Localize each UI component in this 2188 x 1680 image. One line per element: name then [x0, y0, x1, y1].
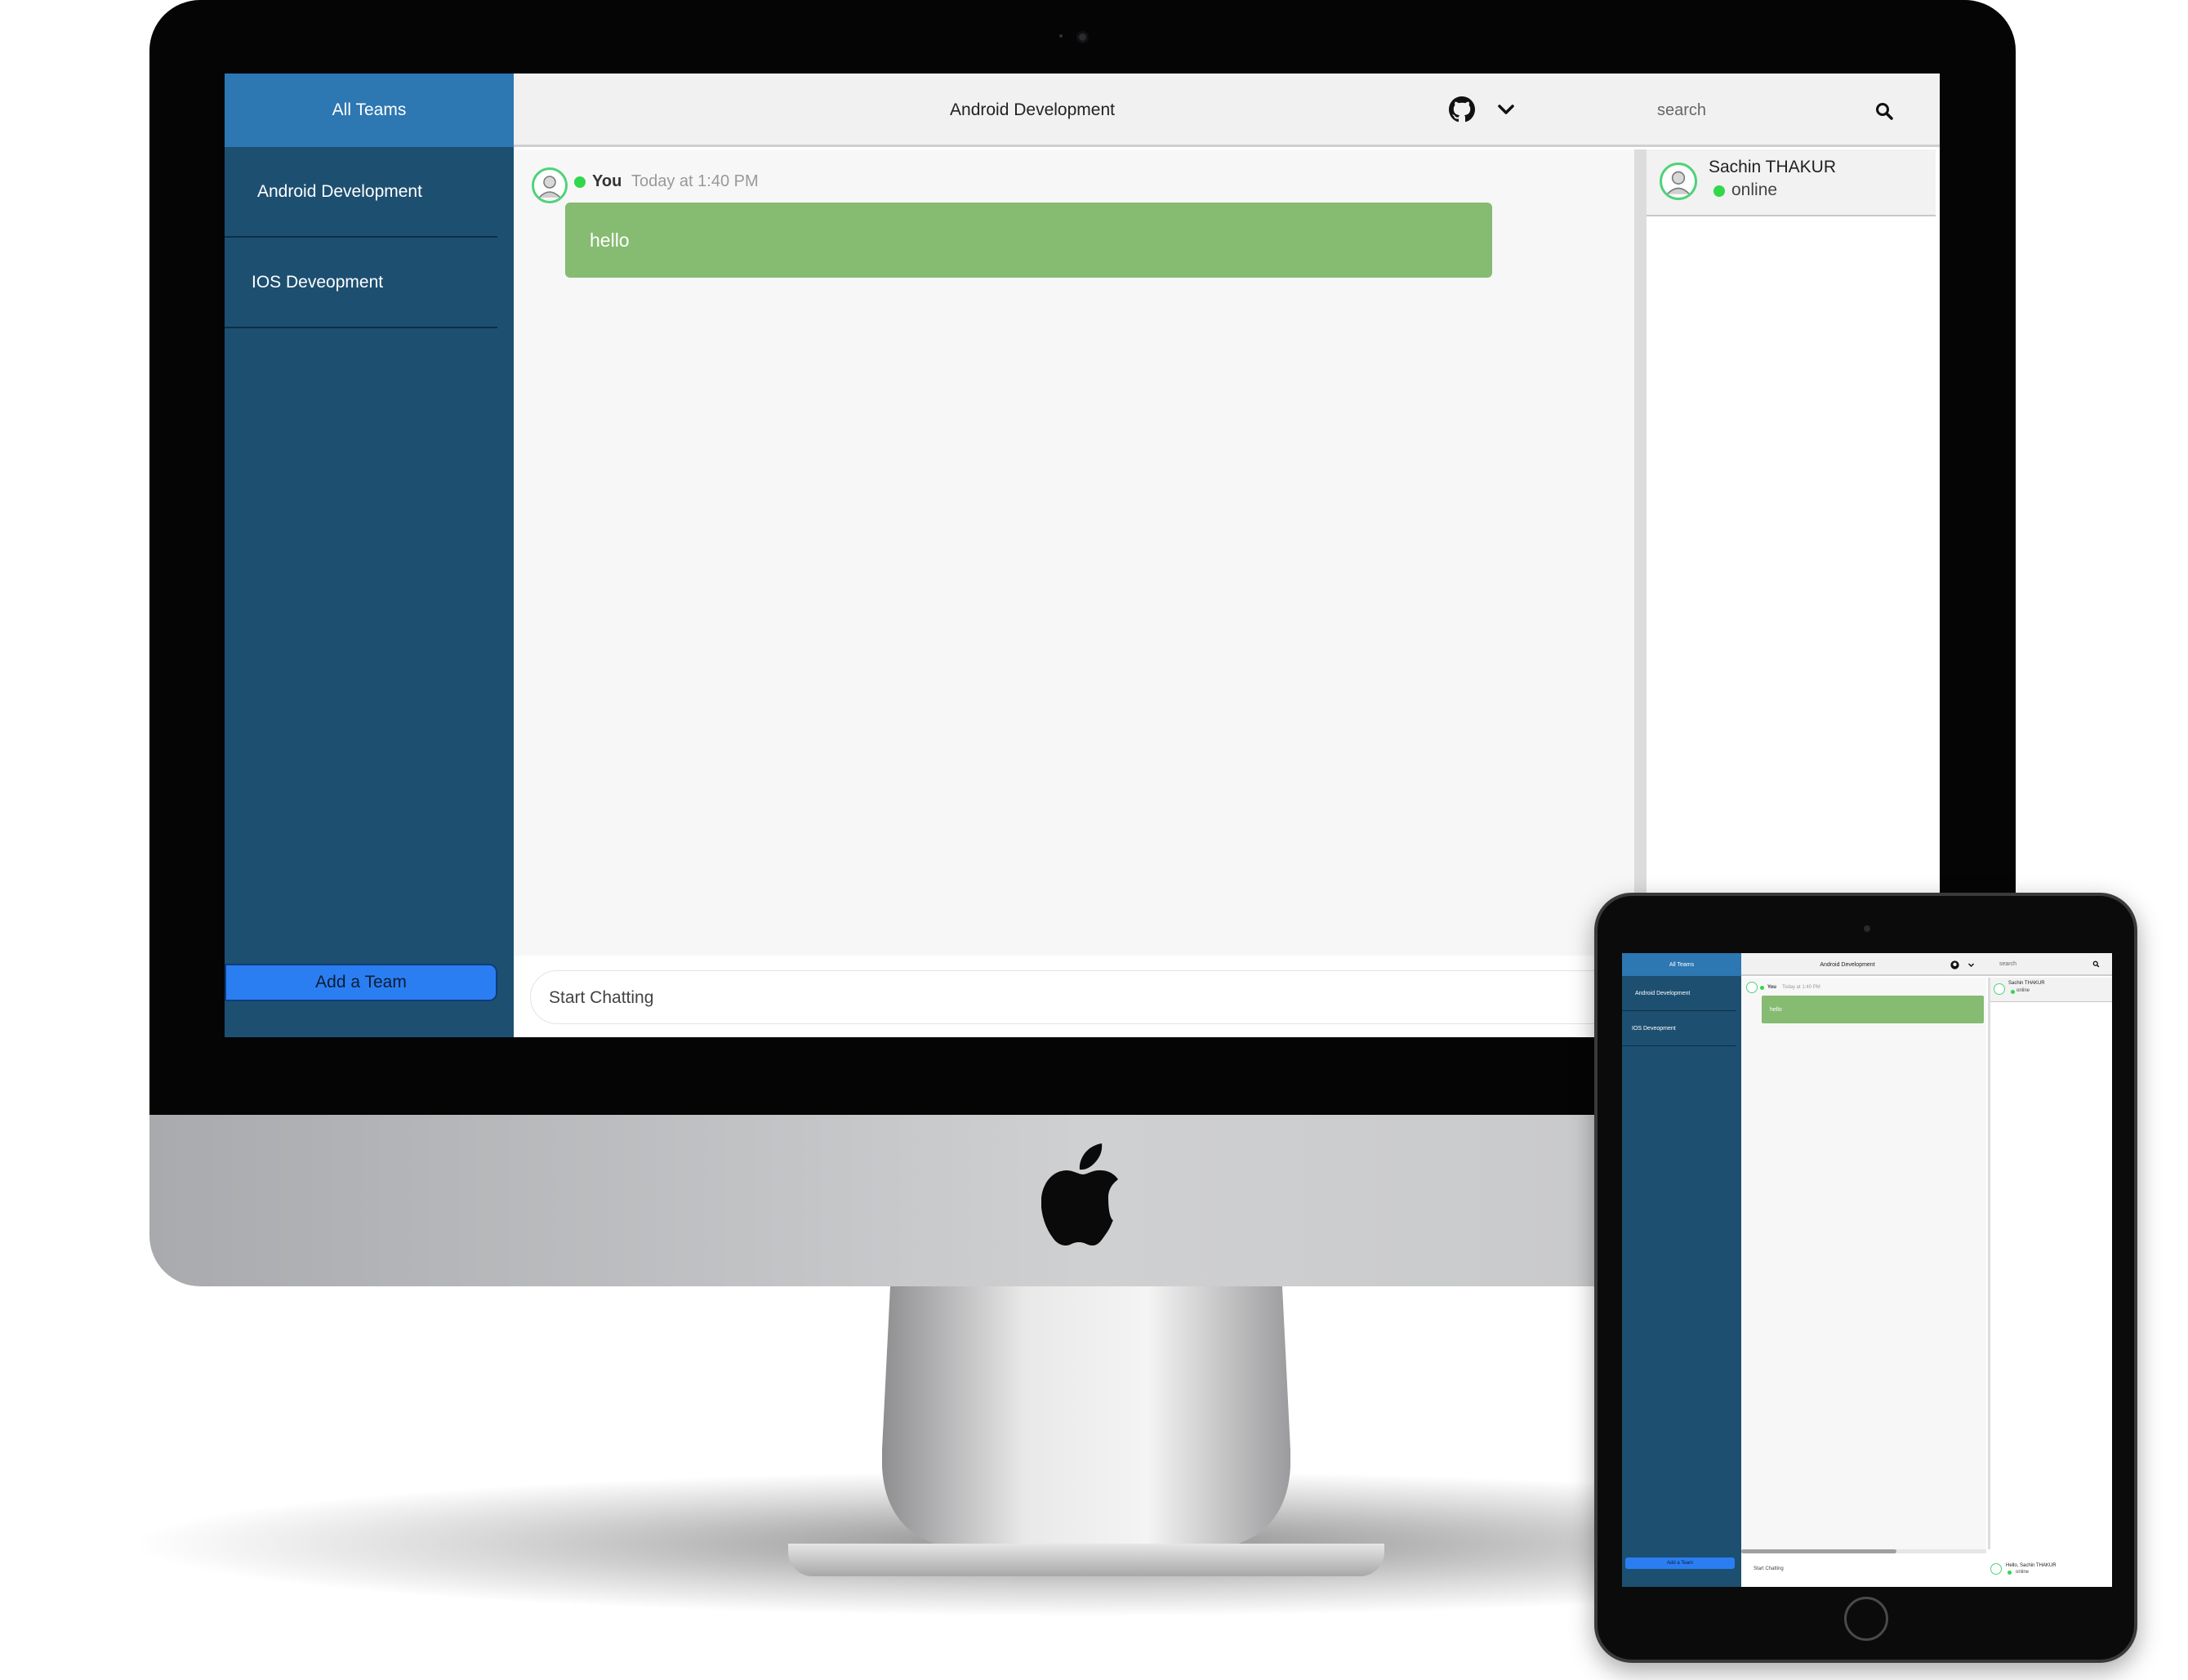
imac-foot [788, 1544, 1384, 1576]
message-bubble: hello [565, 203, 1492, 278]
add-team-button[interactable]: Add a Team [225, 964, 497, 1001]
avatar[interactable] [1990, 1563, 2002, 1575]
avatar-icon [1666, 171, 1691, 195]
members-panel: Sachin THAKUR online [1988, 978, 2112, 1549]
avatar[interactable] [1746, 982, 1758, 993]
message-text: hello [590, 229, 630, 251]
top-bar: Android Development [514, 74, 1940, 147]
ipad-device: All Teams Android Development IOS Deveop… [1594, 893, 2137, 1663]
team-item-android[interactable]: Android Development [1622, 976, 1736, 1011]
search-placeholder[interactable]: search [1999, 961, 2016, 967]
add-team-button[interactable]: Add a Team [1625, 1557, 1735, 1569]
team-label: IOS Deveopment [252, 272, 384, 292]
imac-sensor [1059, 34, 1063, 38]
ipad-home-button [1844, 1597, 1888, 1641]
ipad-screen: All Teams Android Development IOS Deveop… [1622, 953, 2112, 1587]
online-indicator [1713, 185, 1725, 197]
teams-sidebar: Android Development IOS Deveopment [1622, 976, 1741, 1587]
team-label: Android Development [1635, 990, 1691, 996]
member-status: online [2016, 988, 2030, 993]
online-indicator [1760, 986, 1764, 990]
team-item-android[interactable]: Android Development [225, 147, 497, 238]
current-user-name[interactable]: Hello, Sachin THAKUR [2006, 1563, 2057, 1568]
chevron-down-icon[interactable] [1967, 961, 1975, 969]
avatar-icon [538, 176, 561, 198]
top-bar: Android Development search [1741, 953, 2112, 976]
message-composer [530, 970, 1690, 1024]
member-row[interactable]: Sachin THAKUR online [1990, 978, 2112, 1002]
online-indicator [574, 176, 586, 188]
message-input[interactable]: Start Chatting [1754, 1566, 1784, 1571]
team-item-ios[interactable]: IOS Deveopment [225, 238, 497, 328]
all-teams-label: All Teams [1669, 961, 1695, 968]
current-user-status: online [2016, 1570, 2030, 1575]
message-input[interactable] [547, 984, 1364, 1012]
search-icon[interactable] [2092, 960, 2100, 968]
avatar [1994, 983, 2005, 995]
channel-title: Android Development [1820, 961, 1875, 968]
avatar[interactable] [532, 167, 568, 203]
team-label: IOS Deveopment [1632, 1025, 1676, 1032]
message-timestamp: Today at 1:40 PM [631, 172, 759, 190]
team-label: Android Development [257, 181, 422, 201]
apple-logo [1041, 1143, 1118, 1246]
all-teams-header[interactable]: All Teams [225, 74, 514, 147]
chat-scrollbar[interactable] [1634, 149, 1646, 956]
teams-sidebar: Android Development IOS Deveopment Add a… [225, 147, 514, 1037]
message-bubble: hello [1762, 996, 1984, 1023]
member-name: Sachin THAKUR [1709, 158, 1837, 176]
all-teams-header[interactable]: All Teams [1622, 953, 1741, 976]
github-icon[interactable] [1449, 96, 1475, 123]
search-input[interactable] [1655, 98, 1876, 123]
imac-camera [1076, 31, 1089, 43]
message-author: You [592, 172, 622, 190]
composer-area: Start Chatting Hello, Sachin THAKUR onli… [1741, 1555, 2112, 1587]
channel-title: Android Development [950, 100, 1115, 119]
chat-messages-area: You Today at 1:40 PM hello [514, 149, 1634, 956]
chevron-down-icon[interactable] [1496, 100, 1516, 119]
chat-messages-area: You Today at 1:40 PM hello [1741, 978, 1986, 1549]
message-timestamp: Today at 1:40 PM [1782, 985, 1820, 990]
github-icon[interactable] [1950, 960, 1959, 969]
members-panel: Sachin THAKUR online [1646, 149, 1936, 956]
member-row[interactable]: Sachin THAKUR online [1647, 149, 1936, 216]
member-status: online [1731, 180, 1778, 199]
avatar [1660, 163, 1697, 200]
message-text: hello [1770, 1006, 1782, 1013]
team-item-ios[interactable]: IOS Deveopment [1622, 1011, 1736, 1046]
online-indicator [2008, 1571, 2012, 1575]
ipad-camera [1864, 925, 1870, 932]
scrollbar-thumb[interactable] [1741, 1549, 1896, 1553]
chat-scrollbar[interactable] [1741, 1549, 1986, 1553]
search-icon[interactable] [1874, 101, 1894, 121]
search-box [1639, 91, 1909, 129]
member-name: Sachin THAKUR [2008, 981, 2045, 986]
imac-stand [882, 1286, 1290, 1548]
online-indicator [2011, 990, 2015, 994]
all-teams-label: All Teams [332, 100, 407, 119]
message-author: You [1767, 985, 1776, 990]
